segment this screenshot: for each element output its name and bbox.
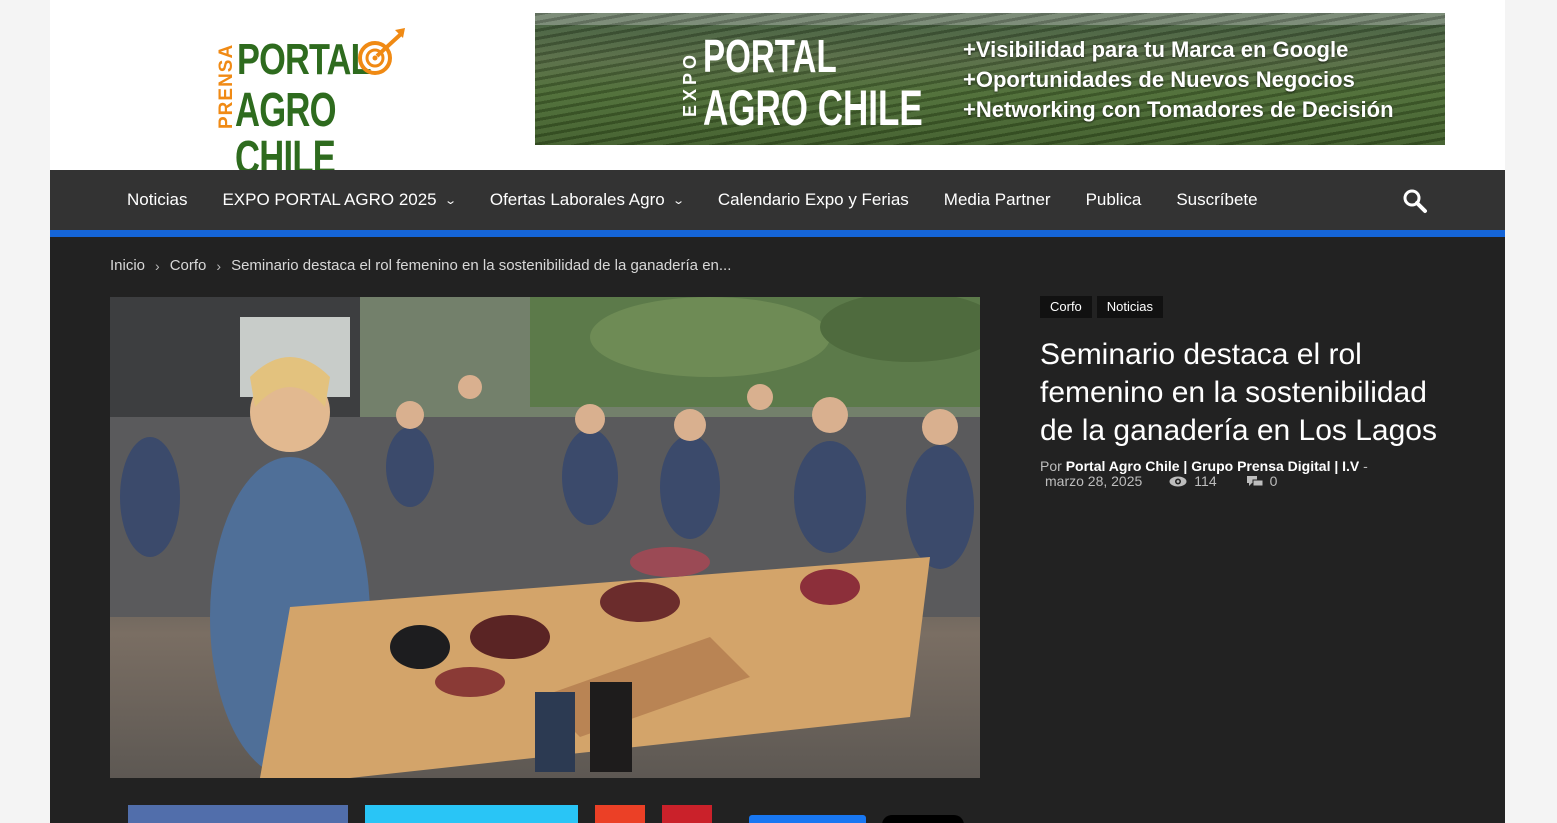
view-count: 114 — [1194, 473, 1217, 489]
breadcrumb: Inicio › Corfo › Seminario destaca el ro… — [110, 257, 731, 274]
logo-line2: AGRO CHILE — [235, 84, 337, 185]
comment-count[interactable]: 0 — [1270, 474, 1278, 489]
article-meta: Por Portal Agro Chile | Grupo Prensa Dig… — [1040, 459, 1400, 489]
share-pinterest-button[interactable] — [662, 805, 712, 823]
breadcrumb-separator: › — [155, 257, 160, 274]
tweet-button[interactable] — [882, 815, 964, 823]
site-header: PRENSA PORTAL AGRO CHILE EXPO PORTAL AGR… — [50, 0, 1505, 183]
category-tags: Corfo Noticias — [1040, 296, 1168, 318]
chevron-down-icon: ⌄ — [671, 194, 685, 207]
category-tag[interactable]: Noticias — [1096, 296, 1164, 318]
nav-item-suscribete[interactable]: Suscríbete — [1176, 190, 1257, 210]
breadcrumb-current: Seminario destaca el rol femenino en la … — [231, 257, 732, 274]
main-nav: Noticias EXPO PORTAL AGRO 2025 ⌄ Ofertas … — [50, 170, 1505, 230]
featured-photo — [110, 297, 980, 778]
logo-prensa-text: PRENSA — [216, 43, 237, 129]
nav-accent-bar — [50, 230, 1505, 237]
facebook-like-button[interactable] — [749, 815, 866, 823]
logo-line1: PORTAL — [237, 35, 372, 84]
featured-image — [110, 297, 980, 778]
breadcrumb-separator: › — [216, 257, 222, 274]
share-twitter-button[interactable] — [365, 805, 578, 823]
post-date: marzo 28, 2025 — [1045, 473, 1143, 489]
banner-bullet: +Visibilidad para tu Marca en Google — [963, 37, 1349, 62]
breadcrumb-home[interactable]: Inicio — [110, 257, 145, 274]
banner-bullet: +Networking con Tomadores de Decisión — [963, 97, 1394, 122]
target-arrow-icon — [358, 28, 405, 75]
article-title: Seminario destaca el rol femenino en la … — [1040, 338, 1437, 447]
nav-item-ofertas-laborales[interactable]: Ofertas Laborales Agro ⌄ — [490, 190, 685, 210]
share-facebook-button[interactable] — [128, 805, 348, 823]
banner-line2: AGRO CHILE — [703, 80, 923, 136]
comment-icon[interactable] — [1246, 475, 1263, 488]
nav-item-publica[interactable]: Publica — [1086, 190, 1142, 210]
chevron-down-icon: ⌄ — [443, 194, 457, 207]
by-label: Por — [1040, 458, 1062, 474]
banner-line1: PORTAL — [703, 30, 837, 82]
breadcrumb-category[interactable]: Corfo — [170, 257, 207, 274]
nav-item-noticias[interactable]: Noticias — [127, 190, 187, 210]
eye-icon — [1169, 476, 1187, 487]
meta-dash: - — [1363, 458, 1368, 474]
author-link[interactable]: Portal Agro Chile | Grupo Prensa Digital… — [1066, 458, 1360, 474]
search-icon[interactable] — [1402, 188, 1428, 214]
category-tag[interactable]: Corfo — [1040, 296, 1092, 318]
nav-item-calendario[interactable]: Calendario Expo y Ferias — [718, 190, 909, 210]
page-wrapper: PRENSA PORTAL AGRO CHILE EXPO PORTAL AGR… — [50, 0, 1505, 823]
share-google-button[interactable] — [595, 805, 645, 823]
site-logo[interactable]: PRENSA PORTAL AGRO CHILE — [213, 24, 433, 183]
nav-item-media-partner[interactable]: Media Partner — [944, 190, 1051, 210]
expo-banner-ad[interactable]: EXPO PORTAL AGRO CHILE +Visibilidad para… — [535, 13, 1445, 145]
banner-expo-label: EXPO — [680, 50, 700, 118]
nav-item-expo-portal-agro[interactable]: EXPO PORTAL AGRO 2025 ⌄ — [222, 190, 457, 210]
banner-bullet: +Oportunidades de Nuevos Negocios — [963, 67, 1355, 92]
banner-bullets: +Visibilidad para tu Marca en Google +Op… — [963, 35, 1394, 125]
